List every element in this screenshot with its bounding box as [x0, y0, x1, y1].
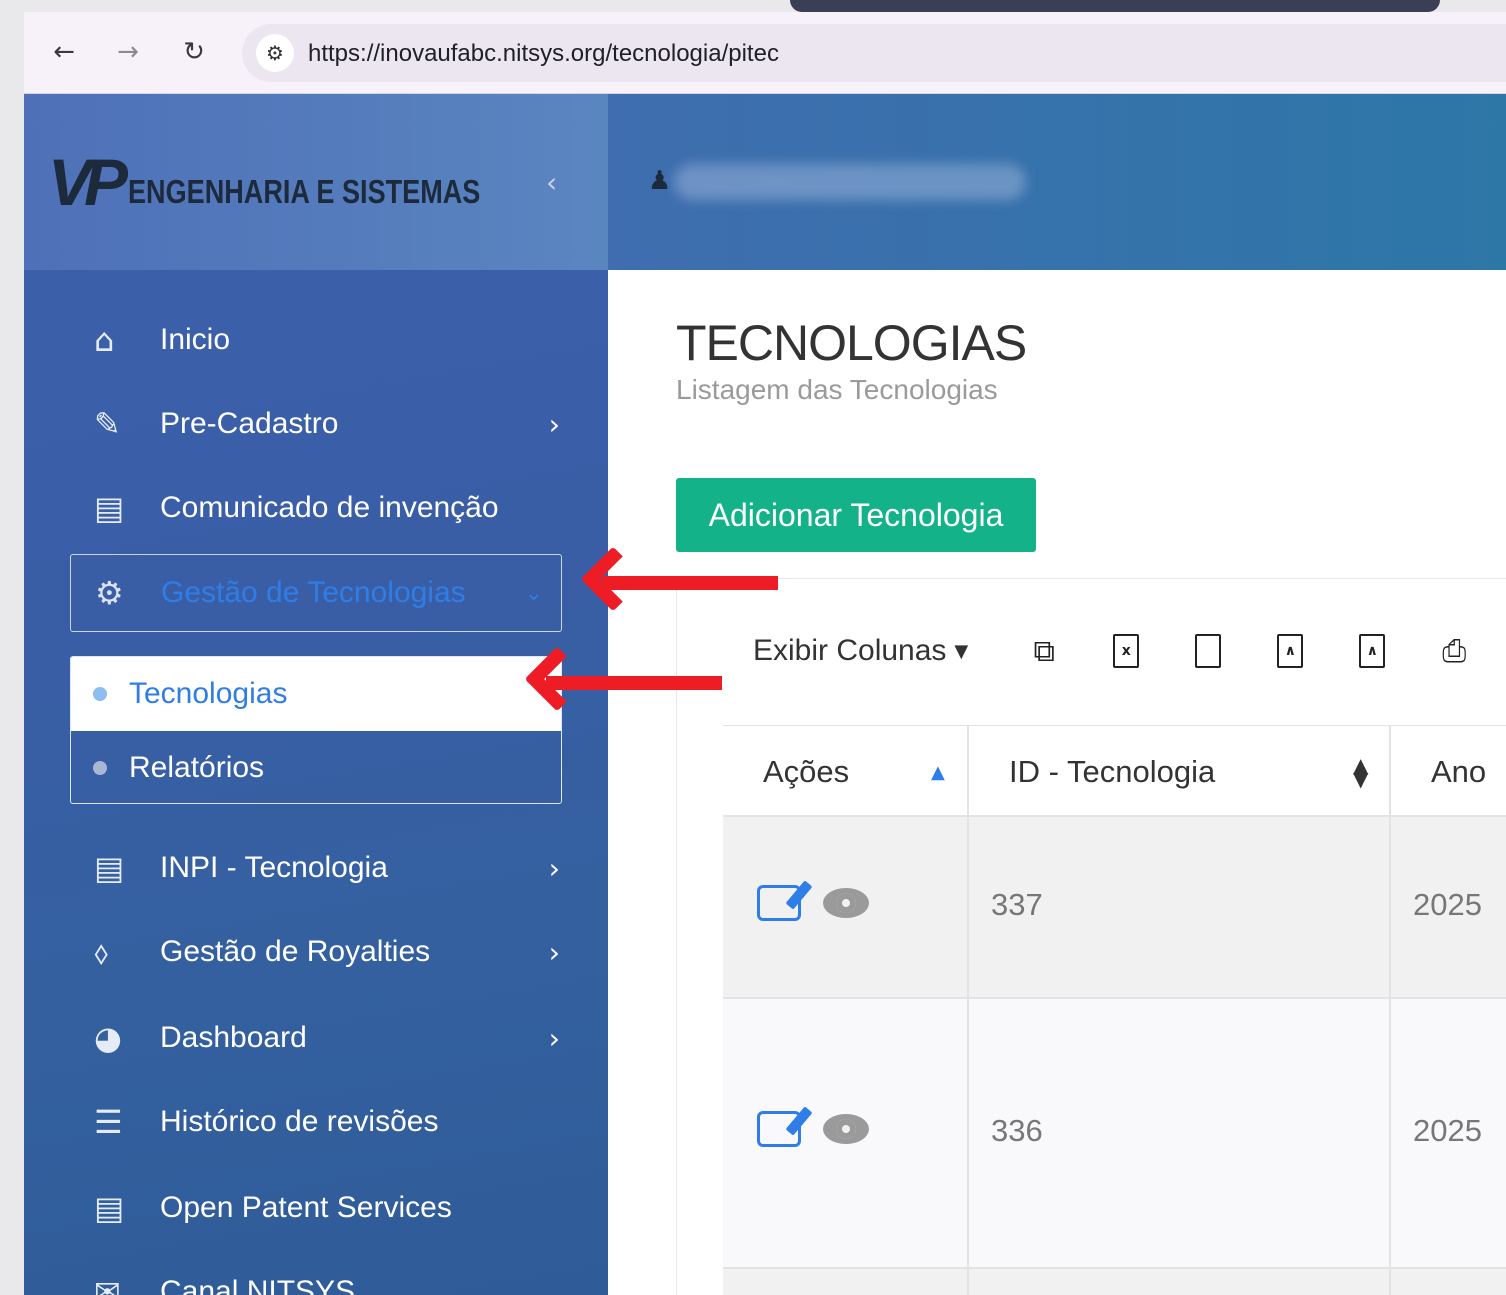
eye-icon[interactable] [823, 1114, 869, 1144]
site-info-icon[interactable]: ⚙ [256, 34, 294, 72]
sidebar-item-label: Pre-Cadastro [160, 407, 339, 440]
cell-id: 336 [991, 1113, 1043, 1148]
cell-ano: 2025 [1413, 887, 1482, 922]
edit-icon[interactable] [757, 1111, 801, 1147]
sidebar-item-inicio[interactable]: ⌂ Inicio [90, 310, 560, 370]
submenu-item-label: Tecnologias [129, 677, 288, 710]
column-header-ano[interactable]: Ano [1431, 726, 1506, 818]
sidebar-item-label: Canal NITSYS [160, 1275, 356, 1295]
page-title: TECNOLOGIAS [676, 315, 1027, 371]
submenu-item-label: Relatórios [129, 751, 265, 784]
sidebar-item-gestao-tecnologias[interactable]: ⚙ Gestão de Tecnologias ⌄ [91, 563, 543, 623]
add-technology-button[interactable]: Adicionar Tecnologia [676, 478, 1036, 552]
row-actions [757, 885, 869, 921]
sidebar-item-pre-cadastro[interactable]: ✎ Pre-Cadastro › [90, 394, 560, 454]
newspaper-icon: ▤ [94, 1189, 125, 1227]
main-content: TECNOLOGIAS Listagem das Tecnologias Adi… [608, 270, 1506, 1295]
eye-icon[interactable] [823, 888, 869, 918]
column-divider [967, 725, 969, 1295]
home-icon: ⌂ [94, 321, 115, 359]
money-tag-icon: ⬨ [94, 932, 109, 971]
bullet-icon [93, 761, 107, 775]
caret-down-icon: ▼ [954, 640, 969, 662]
column-divider [1389, 725, 1391, 1295]
sidebar-item-comunicado[interactable]: ▤ Comunicado de invenção [90, 478, 560, 538]
sidebar-item-label: Gestão de Royalties [160, 935, 431, 968]
edit-icon: ✎ [94, 405, 121, 443]
cell-ano: 2025 [1413, 1113, 1482, 1148]
sidebar-item-open-patent[interactable]: ▤ Open Patent Services [90, 1178, 560, 1238]
url-text[interactable]: https://inovaufabc.nitsys.org/tecnologia… [308, 40, 779, 68]
url-field[interactable]: ⚙ https://inovaufabc.nitsys.org/tecnolog… [242, 24, 1506, 82]
copy-icon[interactable]: ⧉ [1024, 631, 1064, 671]
chevron-right-icon: › [548, 1021, 560, 1055]
browser-tab-strip [790, 0, 1440, 12]
sidebar-group-gestao-tecnologias[interactable]: ⚙ Gestão de Tecnologias ⌄ [70, 554, 562, 632]
page-subtitle: Listagem das Tecnologias [676, 374, 998, 405]
sidebar-item-royalties[interactable]: ⬨ Gestão de Royalties › [90, 922, 560, 982]
logo-text: ENGENHARIA E SISTEMAS [128, 173, 481, 210]
cell-id: 337 [991, 887, 1043, 922]
sidebar-item-label: Gestão de Tecnologias [161, 576, 466, 609]
user-icon[interactable]: ♟ [648, 166, 671, 196]
arrow-left-icon[interactable]: ← [44, 32, 84, 72]
pdf-icon[interactable]: ∧ [1270, 631, 1310, 671]
column-header-id[interactable]: ID - Tecnologia ▲ ▼ [1009, 726, 1389, 818]
row-actions [757, 1111, 869, 1147]
annotation-arrow-tecnologias [524, 646, 722, 712]
column-header-acoes[interactable]: Ações ▲ [763, 726, 963, 818]
excel-icon[interactable]: x [1106, 631, 1146, 671]
sidebar-item-inpi-tecnologia[interactable]: ▤ INPI - Tecnologia › [90, 838, 560, 898]
bullet-icon [93, 687, 107, 701]
chevron-right-icon: › [548, 935, 560, 969]
top-bar: ♟ [608, 94, 1506, 270]
newspaper-icon: ▤ [94, 489, 125, 527]
sidebar-item-label: Open Patent Services [160, 1191, 452, 1224]
sort-icon: ▲ ▼ [1353, 753, 1369, 791]
csv-file-icon[interactable] [1188, 631, 1228, 671]
sidebar-item-dashboard[interactable]: ◕ Dashboard › [90, 1008, 560, 1068]
table-toolbar: Exibir Colunas ▼ ⧉ x ∧ ∧ ⎙ [753, 631, 1474, 671]
show-columns-label: Exibir Colunas [753, 634, 947, 667]
sidebar-item-label: Histórico de revisões [160, 1105, 439, 1138]
pdf-landscape-icon[interactable]: ∧ [1352, 631, 1392, 671]
annotation-arrow-gestao [580, 546, 778, 612]
sidebar-item-canal-nitsys[interactable]: ✉ Canal NITSYS [90, 1262, 560, 1295]
collapse-sidebar-icon[interactable]: ‹ [546, 166, 557, 199]
table-panel: Exibir Colunas ▼ ⧉ x ∧ ∧ ⎙ Ações ▲ ID - [676, 578, 1506, 1295]
submenu-item-relatorios[interactable]: Relatórios [71, 731, 561, 803]
show-columns-dropdown[interactable]: Exibir Colunas ▼ [753, 634, 968, 668]
company-logo[interactable]: VP ENGENHARIA E SISTEMAS [48, 145, 558, 219]
column-header-label: ID - Tecnologia [1009, 754, 1216, 789]
print-icon[interactable]: ⎙ [1434, 631, 1474, 671]
sidebar-item-label: Inicio [160, 323, 231, 356]
user-name-blurred [674, 164, 1026, 200]
newspaper-icon: ▤ [94, 849, 125, 887]
submenu-item-tecnologias[interactable]: Tecnologias [71, 657, 561, 731]
brand-header: VP ENGENHARIA E SISTEMAS ‹ [24, 94, 608, 270]
arrow-right-icon[interactable]: → [108, 32, 148, 72]
address-bar: ← → ↻ ⚙ https://inovaufabc.nitsys.org/te… [24, 12, 1506, 94]
sidebar-item-historico[interactable]: ☰ Histórico de revisões [90, 1092, 560, 1152]
reload-icon[interactable]: ↻ [174, 32, 214, 72]
sort-asc-icon: ▲ [931, 761, 945, 783]
sidebar-item-label: INPI - Tecnologia [160, 851, 388, 884]
chevron-right-icon: › [548, 407, 560, 441]
edit-icon[interactable] [757, 885, 801, 921]
submenu-gestao-tecnologias: Tecnologias Relatórios [70, 656, 562, 804]
column-header-label: Ações [763, 754, 850, 789]
sidebar-item-label: Dashboard [160, 1021, 307, 1054]
sidebar-item-label: Comunicado de invenção [160, 491, 499, 524]
chevron-down-icon: ⌄ [524, 580, 543, 606]
sidebar: VP ENGENHARIA E SISTEMAS ‹ ⌂ Inicio ✎ Pr… [24, 94, 608, 1295]
gears-icon: ⚙ [95, 574, 124, 612]
dashboard-icon: ◕ [94, 1019, 122, 1057]
column-header-label: Ano [1431, 754, 1487, 789]
list-icon: ☰ [94, 1103, 123, 1141]
chevron-right-icon: › [548, 851, 560, 885]
logo-mark: VP [48, 145, 128, 219]
browser-window: ← → ↻ ⚙ https://inovaufabc.nitsys.org/te… [24, 12, 1506, 1295]
envelope-icon: ✉ [94, 1273, 121, 1295]
